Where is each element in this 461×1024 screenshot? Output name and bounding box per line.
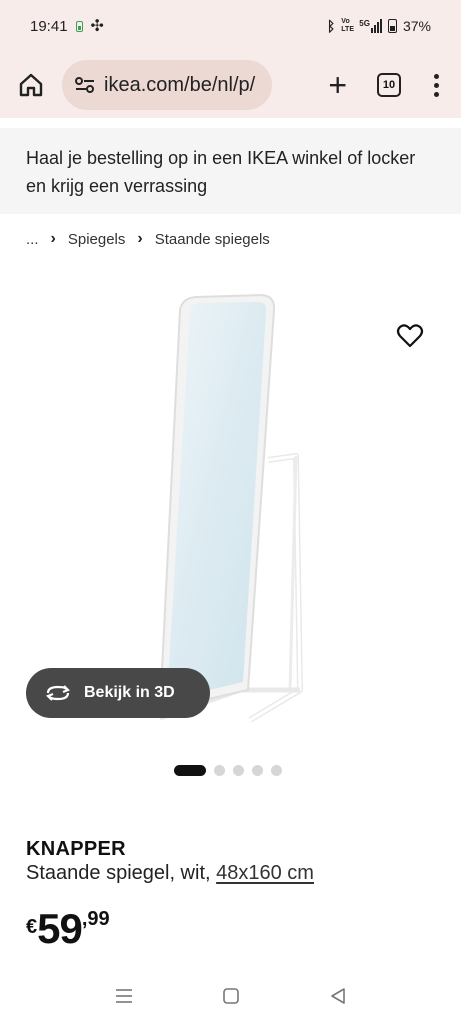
promo-banner[interactable]: Haal je bestelling op in een IKEA winkel… xyxy=(0,128,461,214)
price-integer: 59 xyxy=(37,905,83,952)
system-nav-bar xyxy=(0,968,461,1024)
browser-actions: + 10 xyxy=(328,69,447,101)
home-icon xyxy=(19,73,43,97)
tune-icon[interactable] xyxy=(74,76,96,94)
tab-switcher-button[interactable]: 10 xyxy=(377,73,401,97)
signal-icon: 5G xyxy=(359,19,382,33)
breadcrumb-ellipsis[interactable]: ... xyxy=(26,231,39,248)
pager-dot-1[interactable] xyxy=(174,765,206,776)
battery-percent: 37% xyxy=(402,18,431,34)
status-time: 19:41 xyxy=(30,17,68,35)
back-icon[interactable] xyxy=(329,987,347,1005)
chevron-right-icon: › xyxy=(50,230,56,247)
chevron-right-icon: › xyxy=(137,230,143,247)
product-price: € 59 ,99 xyxy=(26,906,110,952)
price-decimal: ,99 xyxy=(81,908,110,930)
url-text: ikea.com/be/nl/p/ xyxy=(104,73,256,96)
promo-banner-text: Haal je bestelling op in een IKEA winkel… xyxy=(26,148,416,196)
kebab-menu-icon[interactable] xyxy=(431,73,441,97)
pinwheel-icon: ✣ xyxy=(90,18,104,35)
status-left: 19:41 ✣ xyxy=(30,16,104,36)
product-description: Staande spiegel, wit, 48x160 cm xyxy=(26,862,314,885)
battery-saver-icon xyxy=(75,20,83,32)
pager-dot-5[interactable] xyxy=(271,765,282,776)
home-nav-icon[interactable] xyxy=(222,987,240,1005)
volte-icon: Vo LTE xyxy=(341,18,354,33)
home-button[interactable] xyxy=(14,68,48,102)
status-bar: 19:41 ✣ ᛒ Vo LTE 5G 37% xyxy=(0,0,461,52)
product-name: KNAPPER xyxy=(26,838,126,860)
view-in-3d-label: Bekijk in 3D xyxy=(84,684,175,701)
bluetooth-icon: ᛒ xyxy=(326,18,336,34)
breadcrumb: ... › Spiegels › Staande spiegels xyxy=(26,230,270,248)
product-size-link[interactable]: 48x160 cm xyxy=(216,862,314,884)
pager-dot-3[interactable] xyxy=(233,765,244,776)
product-description-text: Staande spiegel, wit, xyxy=(26,862,211,884)
breadcrumb-item-staande-spiegels[interactable]: Staande spiegels xyxy=(155,231,270,248)
battery-icon xyxy=(387,19,397,33)
view-in-3d-button[interactable]: Bekijk in 3D xyxy=(26,668,210,718)
pager-dot-2[interactable] xyxy=(214,765,225,776)
browser-toolbar: ikea.com/be/nl/p/ + 10 xyxy=(0,52,461,118)
address-bar[interactable]: ikea.com/be/nl/p/ xyxy=(62,60,272,110)
network-type: 5G xyxy=(359,19,370,28)
image-pager xyxy=(174,765,282,776)
recents-menu-icon[interactable] xyxy=(114,987,134,1005)
toolbar-divider xyxy=(0,118,461,128)
breadcrumb-item-spiegels[interactable]: Spiegels xyxy=(68,231,126,248)
price-currency: € xyxy=(26,916,38,938)
rotate-3d-icon xyxy=(46,685,70,701)
new-tab-button[interactable]: + xyxy=(328,69,347,101)
heart-icon[interactable] xyxy=(396,322,424,350)
pager-dot-4[interactable] xyxy=(252,765,263,776)
status-right: ᛒ Vo LTE 5G 37% xyxy=(327,18,431,34)
